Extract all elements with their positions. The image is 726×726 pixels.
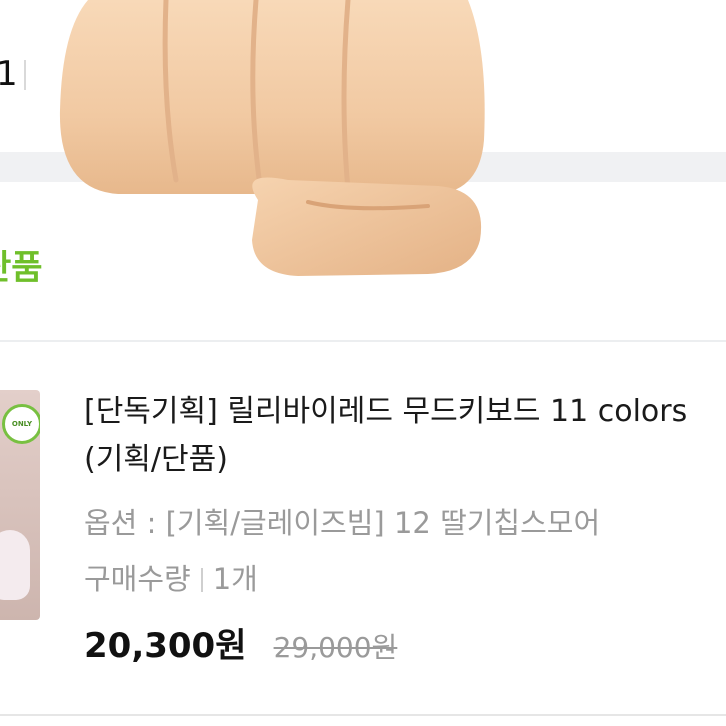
bottom-divider bbox=[0, 714, 726, 716]
quantity-divider bbox=[200, 568, 203, 592]
price-row: 20,300원 29,000원 bbox=[84, 618, 397, 667]
product-title[interactable]: [단독기획] 릴리바이레드 무드키보드 11 colors (기획/단품) bbox=[84, 388, 724, 484]
original-price: 29,000원 bbox=[273, 631, 398, 664]
previous-item-count: 1 bbox=[0, 54, 18, 94]
quantity-row: 구매수량 1개 bbox=[84, 556, 258, 598]
quantity-value: 1개 bbox=[212, 562, 258, 596]
fist-emoji-icon bbox=[59, 0, 485, 276]
product-option: 옵션 : [기획/글레이즈빔] 12 딸기칩스모어 bbox=[84, 506, 601, 540]
product-thumbnail[interactable]: ONLY bbox=[0, 390, 40, 620]
section-divider bbox=[0, 340, 726, 342]
quantity-label: 구매수량 bbox=[84, 562, 191, 596]
thumbnail-only-badge: ONLY bbox=[2, 404, 40, 444]
sale-price: 20,300원 bbox=[84, 626, 247, 666]
previous-item-divider bbox=[24, 60, 26, 90]
thumbnail-product-image bbox=[0, 530, 30, 600]
section-label: 단품 bbox=[0, 248, 43, 288]
